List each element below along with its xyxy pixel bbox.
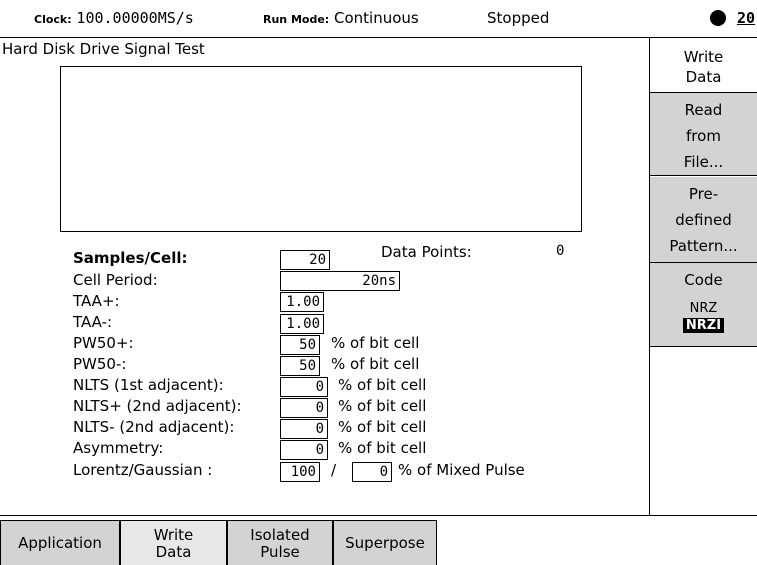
tab-superpose-label: Superpose [345, 534, 425, 552]
read-from-file-line2: from [686, 127, 721, 145]
tab-write-data[interactable]: Write Data [120, 520, 227, 565]
cell-period-label: Cell Period: [73, 271, 158, 289]
status-indicator-number: 20 [737, 9, 756, 27]
taa-plus-field[interactable]: 1.00 [280, 292, 324, 312]
asymmetry-unit: % of bit cell [338, 439, 427, 457]
waveform-display [60, 66, 582, 232]
nlts-minus-second-label: NLTS- (2nd adjacent): [73, 418, 235, 436]
write-data-key-label: Write Data [683, 48, 724, 86]
code-option-nrzi[interactable]: NRZI [682, 318, 725, 333]
clock-label: Clock: [34, 13, 72, 26]
tab-isolated-pulse[interactable]: Isolated Pulse [227, 520, 333, 565]
code-option-nrz[interactable]: NRZ [687, 301, 721, 316]
lorentz-field[interactable]: 100 [280, 462, 320, 482]
lorentz-gaussian-label: Lorentz/Gaussian : [73, 461, 213, 479]
run-mode-value: Continuous [333, 9, 419, 27]
taa-minus-field[interactable]: 1.00 [280, 314, 324, 334]
lorentz-gaussian-separator: / [331, 461, 337, 479]
tab-isolated-pulse-line1: Isolated [250, 525, 310, 544]
tab-superpose[interactable]: Superpose [333, 520, 437, 565]
pw50-minus-label: PW50-: [73, 355, 127, 373]
data-points-value: 0 [556, 243, 565, 259]
gaussian-field[interactable]: 0 [352, 462, 392, 482]
tab-application-label: Application [18, 534, 102, 552]
pw50-minus-field[interactable]: 50 [280, 356, 320, 376]
clock-value: 100.00000MS/s [76, 9, 194, 27]
predefined-line1: Pre- [688, 185, 719, 203]
status-bar: Clock: 100.00000MS/s Run Mode: Continuou… [0, 0, 757, 38]
tab-write-data-line1: Write [153, 525, 194, 544]
taa-plus-label: TAA+: [73, 292, 120, 310]
run-mode-label: Run Mode: [263, 13, 330, 26]
nlts-first-unit: % of bit cell [338, 376, 427, 394]
predefined-line2: defined [675, 211, 732, 229]
pw50-minus-unit: % of bit cell [331, 355, 420, 373]
write-data-key[interactable]: Write Data [650, 43, 757, 91]
samples-per-cell-label: Samples/Cell: [73, 249, 188, 267]
pw50-plus-label: PW50+: [73, 334, 134, 352]
pw50-plus-field[interactable]: 50 [280, 335, 320, 355]
asymmetry-field[interactable]: 0 [280, 440, 328, 460]
nlts-first-field[interactable]: 0 [280, 377, 328, 397]
cell-period-field[interactable]: 20ns [280, 271, 400, 291]
tab-write-data-label: Write Data [153, 525, 194, 561]
tab-write-data-line2: Data [155, 542, 192, 561]
tab-isolated-pulse-line2: Pulse [260, 542, 300, 561]
predefined-line3: Pattern... [669, 237, 738, 255]
pw50-plus-unit: % of bit cell [331, 334, 420, 352]
nlts-plus-second-label: NLTS+ (2nd adjacent): [73, 397, 242, 415]
run-status: Stopped [487, 9, 550, 27]
bottom-tab-bar: Application Write Data Isolated Pulse Su… [0, 515, 757, 565]
asymmetry-label: Asymmetry: [73, 439, 164, 457]
lorentz-gaussian-unit: % of Mixed Pulse [398, 461, 525, 479]
code-key[interactable]: Code NRZ NRZI [650, 263, 757, 347]
read-from-file-line1: Read [684, 101, 723, 119]
data-points-label: Data Points: [381, 243, 472, 261]
signal-test-panel: Hard Disk Drive Signal Test Data Points:… [0, 38, 650, 515]
read-from-file-key[interactable]: Read from File... [650, 92, 757, 176]
code-key-label: Code [684, 271, 723, 289]
samples-per-cell-field[interactable]: 20 [280, 250, 330, 270]
right-softkey-menu: Write Data Read from File... Pre- define… [650, 38, 757, 515]
clock-readout: Clock: 100.00000MS/s [34, 9, 194, 27]
nlts-minus-second-unit: % of bit cell [338, 418, 427, 436]
status-indicator-icon [710, 10, 726, 26]
nlts-first-label: NLTS (1st adjacent): [73, 376, 224, 394]
taa-minus-label: TAA-: [73, 313, 113, 331]
predefined-pattern-key[interactable]: Pre- defined Pattern... [650, 177, 757, 263]
read-from-file-line3: File... [683, 153, 724, 171]
run-mode-readout: Run Mode: Continuous [263, 9, 419, 27]
nlts-minus-second-field[interactable]: 0 [280, 419, 328, 439]
nlts-plus-second-unit: % of bit cell [338, 397, 427, 415]
tab-isolated-pulse-label: Isolated Pulse [250, 525, 310, 561]
nlts-plus-second-field[interactable]: 0 [280, 398, 328, 418]
tab-application[interactable]: Application [0, 520, 120, 565]
code-options: NRZ NRZI [650, 299, 757, 333]
page-title: Hard Disk Drive Signal Test [2, 40, 205, 58]
